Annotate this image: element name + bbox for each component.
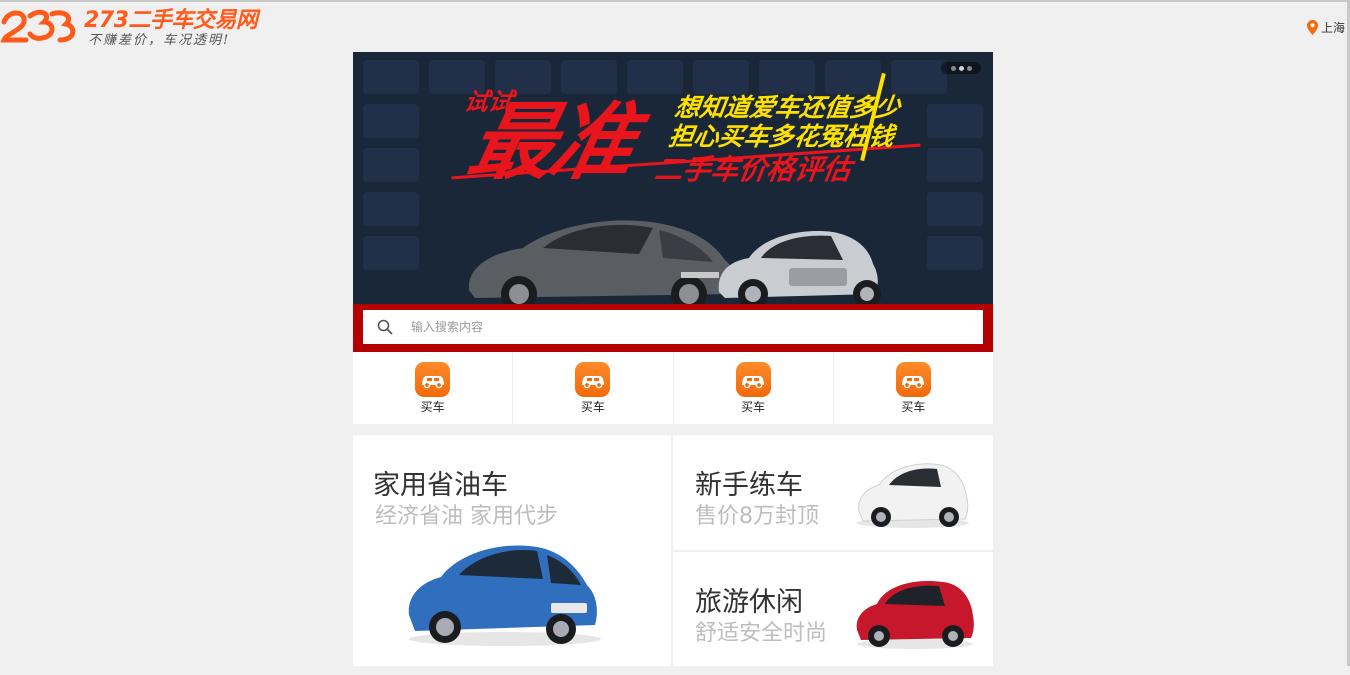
quick-nav-buy-car-1[interactable]: 买车 <box>353 352 514 424</box>
promo-card-title: 旅游休闲 <box>695 587 803 618</box>
search-input[interactable] <box>409 319 953 335</box>
car-icon <box>902 375 925 388</box>
car-icon <box>581 375 604 388</box>
search-bar <box>353 304 993 352</box>
banner-cars-image <box>468 220 881 304</box>
site-logo[interactable]: 273二手车交易网 不赚差价，车况透明! <box>0 2 270 48</box>
promo-card-subtitle: 售价8万封顶 <box>695 504 819 529</box>
quick-nav-icon-bg <box>575 362 611 397</box>
quick-nav-icon-bg <box>895 362 931 397</box>
quick-nav-label: 买车 <box>901 400 926 414</box>
quick-nav-label: 买车 <box>741 400 766 414</box>
search-icon[interactable] <box>377 319 393 335</box>
quick-nav-label: 买车 <box>580 400 605 414</box>
promo-banner[interactable]: 试试 最准 想知道爱车还值多少 担心买车多花冤枉钱 二手车价格评估 <box>353 52 993 304</box>
quick-nav: 买车 买车 买车 买车 <box>353 352 993 424</box>
promo-card-title: 家用省油车 <box>373 470 508 501</box>
banner-line-3: 二手车价格评估 <box>652 153 854 186</box>
banner-dot[interactable] <box>950 65 956 71</box>
blue-hatchback-image <box>408 545 601 646</box>
city-selector[interactable]: 上海 <box>1307 18 1345 36</box>
banner-dot-active[interactable] <box>958 65 964 71</box>
promo-card-subtitle: 经济省油 家用代步 <box>375 504 558 529</box>
promo-card-beginner-car[interactable]: 新手练车 售价8万封顶 <box>673 435 993 550</box>
car-icon <box>421 375 444 388</box>
promo-card-title: 新手练车 <box>695 470 803 501</box>
main-column: 试试 最准 想知道爱车还值多少 担心买车多花冤枉钱 二手车价格评估 输入搜索内容… <box>353 52 993 666</box>
promo-card-subtitle: 舒适安全时尚 <box>695 621 828 646</box>
white-compact-car-image <box>857 463 969 528</box>
map-pin-icon <box>1307 19 1318 35</box>
city-name: 上海 <box>1321 20 1346 35</box>
promo-grid: 家用省油车 经济省油 家用代步 新手练车 售价8万封顶 旅游休闲 舒适安全时尚 <box>353 435 993 675</box>
promo-card-family-car[interactable]: 家用省油车 经济省油 家用代步 <box>353 435 671 666</box>
banner-headline: 最准 <box>460 93 642 191</box>
promo-card-travel-car[interactable]: 旅游休闲 舒适安全时尚 <box>673 552 993 666</box>
search-box[interactable] <box>363 310 983 344</box>
logo-273-mark-icon <box>0 9 76 43</box>
banner-dot[interactable] <box>966 65 972 71</box>
red-suv-image <box>856 580 974 649</box>
car-icon <box>742 375 765 388</box>
quick-nav-icon-bg <box>415 362 451 397</box>
quick-nav-buy-car-4[interactable]: 买车 <box>834 352 993 424</box>
quick-nav-label: 买车 <box>420 400 445 414</box>
quick-nav-buy-car-3[interactable]: 买车 <box>674 352 834 424</box>
quick-nav-buy-car-2[interactable]: 买车 <box>513 352 674 424</box>
banner-pagination[interactable] <box>941 62 981 74</box>
logo-slogan: 不赚差价，车况透明! <box>88 33 231 48</box>
quick-nav-icon-bg <box>735 362 771 397</box>
